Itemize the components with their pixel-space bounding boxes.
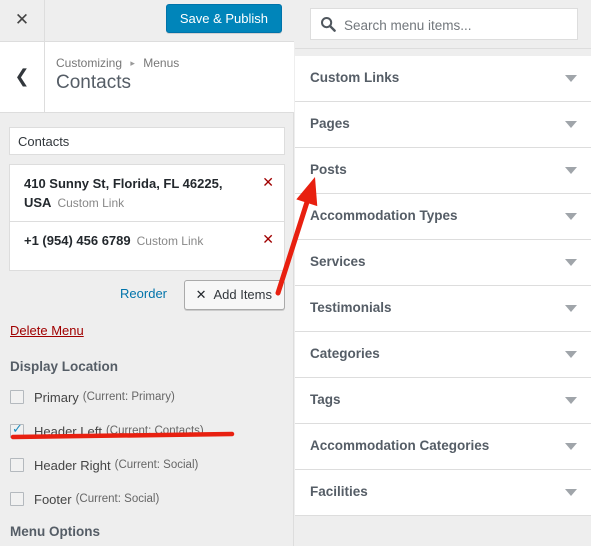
accordion-item-tags[interactable]: Tags — [295, 378, 591, 424]
save-and-publish-button[interactable]: Save & Publish — [165, 4, 282, 33]
menu-item-row[interactable]: +1 (954) 456 6789 Custom Link ✕ — [10, 222, 284, 270]
accordion-item-posts[interactable]: Posts — [295, 148, 591, 194]
save-and-publish-label: Save & Publish — [179, 11, 268, 26]
display-location-option-footer[interactable]: Footer (Current: Social) — [10, 490, 159, 508]
accordion-item-testimonials[interactable]: Testimonials — [295, 286, 591, 332]
page-title: Contacts — [56, 72, 131, 93]
checkbox-header-right[interactable] — [10, 458, 24, 472]
display-location-label: Footer — [34, 491, 72, 507]
search-icon — [321, 17, 336, 32]
accordion-item-accommodation-categories[interactable]: Accommodation Categories — [295, 424, 591, 470]
delete-menu-item-icon[interactable]: ✕ — [262, 176, 274, 190]
search-bar — [295, 0, 591, 49]
display-location-option-header-right[interactable]: Header Right (Current: Social) — [10, 456, 198, 474]
customizer-left-panel: ✕ Save & Publish ❮ Customizing ▸ Menus C… — [0, 0, 294, 546]
display-location-label: Primary — [34, 389, 79, 405]
accordion-label: Pages — [310, 116, 350, 131]
chevron-left-icon: ❮ — [14, 66, 30, 87]
display-location-heading: Display Location — [10, 359, 119, 374]
reorder-link[interactable]: Reorder — [120, 286, 167, 301]
search-box[interactable] — [310, 8, 578, 41]
accordion-label: Categories — [310, 346, 380, 361]
display-location-label: Header Right — [34, 457, 111, 473]
breadcrumb-section: Menus — [143, 56, 180, 70]
accordion-label: Custom Links — [310, 70, 400, 85]
accordion-item-accommodation-types[interactable]: Accommodation Types — [295, 194, 591, 240]
plus-cross-icon: ✕ — [195, 288, 207, 303]
close-icon: ✕ — [14, 10, 30, 30]
accordion-label: Posts — [310, 162, 347, 177]
accordion-label: Facilities — [310, 484, 368, 499]
chevron-down-icon — [565, 305, 577, 312]
wordpress-customizer-screen: ✕ Save & Publish ❮ Customizing ▸ Menus C… — [0, 0, 591, 546]
accordion-label: Accommodation Categories — [310, 438, 490, 453]
search-input[interactable] — [342, 9, 576, 41]
display-location-option-header-left[interactable]: Header Left (Current: Contacts) — [10, 422, 204, 440]
accordion-item-facilities[interactable]: Facilities — [295, 470, 591, 516]
delete-menu-item-icon[interactable]: ✕ — [262, 233, 274, 247]
menu-item-title: +1 (954) 456 6789 — [24, 233, 131, 248]
accordion-item-custom-links[interactable]: Custom Links — [295, 56, 591, 102]
add-items-button[interactable]: ✕ Add Items — [183, 280, 285, 310]
accordion-label: Tags — [310, 392, 341, 407]
menu-item-type: Custom Link — [57, 196, 125, 210]
chevron-down-icon — [565, 213, 577, 220]
menu-name-input[interactable] — [9, 127, 285, 155]
close-customizer-button[interactable]: ✕ — [0, 0, 45, 41]
customizer-section-header: ❮ Customizing ▸ Menus Contacts — [0, 42, 294, 113]
accordion-label: Services — [310, 254, 366, 269]
chevron-down-icon — [565, 489, 577, 496]
breadcrumb: Customizing ▸ Menus — [56, 56, 179, 70]
menu-actions-row: Reorder ✕ Add Items — [9, 280, 285, 310]
display-location-current: (Current: Contacts) — [105, 425, 204, 437]
accordion-item-pages[interactable]: Pages — [295, 102, 591, 148]
display-location-label: Header Left — [34, 423, 102, 439]
chevron-down-icon — [565, 443, 577, 450]
breadcrumb-root: Customizing — [56, 56, 123, 70]
chevron-down-icon — [565, 75, 577, 82]
checkbox-primary[interactable] — [10, 390, 24, 404]
chevron-down-icon — [565, 121, 577, 128]
menu-options-heading: Menu Options — [10, 524, 100, 539]
checkbox-footer[interactable] — [10, 492, 24, 506]
menu-item-row[interactable]: 410 Sunny St, Florida, FL 46225, USA Cust… — [10, 165, 284, 222]
back-button[interactable]: ❮ — [0, 42, 45, 112]
checkbox-header-left[interactable] — [10, 422, 24, 438]
delete-menu-link[interactable]: Delete Menu — [10, 323, 84, 338]
menu-item-type: Custom Link — [136, 234, 204, 248]
chevron-down-icon — [565, 259, 577, 266]
accordion-label: Accommodation Types — [310, 208, 458, 223]
available-items-accordion: Custom Links Pages Posts Accommodation T… — [295, 56, 591, 516]
add-items-label: Add Items — [213, 287, 272, 302]
accordion-item-categories[interactable]: Categories — [295, 332, 591, 378]
chevron-down-icon — [565, 397, 577, 404]
breadcrumb-separator-icon: ▸ — [130, 58, 135, 69]
accordion-item-services[interactable]: Services — [295, 240, 591, 286]
customizer-topbar: ✕ Save & Publish — [0, 0, 294, 42]
chevron-down-icon — [565, 167, 577, 174]
accordion-label: Testimonials — [310, 300, 392, 315]
display-location-current: (Current: Primary) — [82, 391, 175, 403]
display-location-current: (Current: Social) — [114, 459, 199, 471]
display-location-option-primary[interactable]: Primary (Current: Primary) — [10, 388, 175, 406]
chevron-down-icon — [565, 351, 577, 358]
menu-items-list: 410 Sunny St, Florida, FL 46225, USA Cust… — [9, 164, 285, 271]
display-location-current: (Current: Social) — [75, 493, 160, 505]
available-menu-items-panel: Custom Links Pages Posts Accommodation T… — [295, 0, 591, 546]
